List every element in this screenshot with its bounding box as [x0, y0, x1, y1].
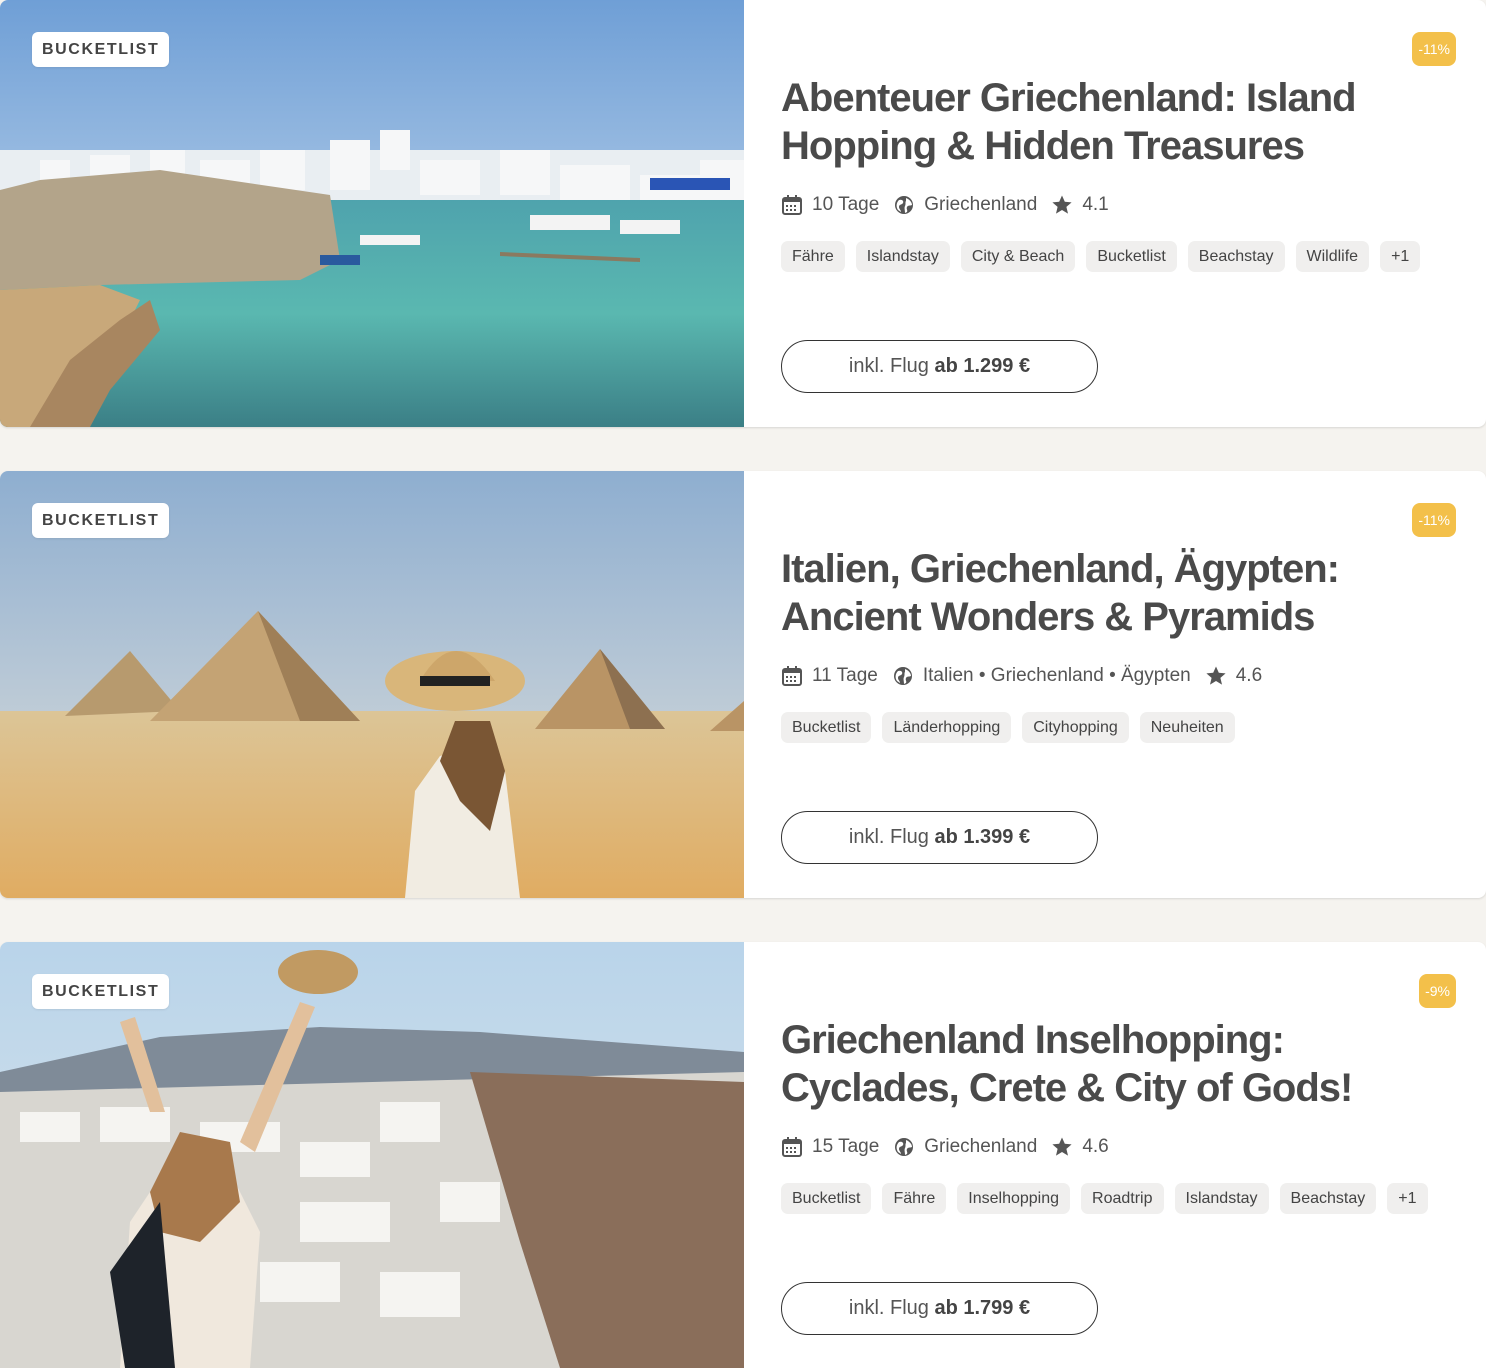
duration-text: 11 Tage: [812, 665, 878, 686]
tag-pill[interactable]: Inselhopping: [957, 1183, 1071, 1214]
destination-text: Griechenland: [924, 1136, 1038, 1157]
more-tags-pill[interactable]: +1: [1380, 241, 1421, 272]
trip-card[interactable]: BUCKETLIST -11% Abenteuer Griechenland: …: [0, 0, 1486, 427]
trip-content: -9% Griechenland Inselhopping: Cyclades,…: [744, 942, 1486, 1368]
tag-list: Bucketlist Länderhopping Cityhopping Neu…: [781, 712, 1246, 743]
category-badge: BUCKETLIST: [32, 974, 170, 1009]
globe-icon: [895, 1138, 914, 1156]
tag-pill[interactable]: Fähre: [882, 1183, 947, 1214]
tag-pill[interactable]: Fähre: [781, 241, 845, 272]
price-value: ab 1.399 €: [934, 826, 1031, 848]
trip-list: BUCKETLIST -11% Abenteuer Griechenland: …: [0, 0, 1486, 1368]
tag-pill[interactable]: Beachstay: [1279, 1183, 1377, 1214]
duration-text: 10 Tage: [812, 194, 880, 215]
tag-pill[interactable]: Cityhopping: [1022, 712, 1129, 743]
trip-card[interactable]: BUCKETLIST -9% Griechenland Inselhopping…: [0, 942, 1486, 1368]
tag-pill[interactable]: Bucketlist: [1086, 241, 1177, 272]
trip-title[interactable]: Griechenland Inselhopping: Cyclades, Cre…: [781, 1016, 1461, 1112]
price-prefix: inkl. Flug: [848, 826, 929, 848]
tag-pill[interactable]: Neuheiten: [1139, 712, 1235, 743]
calendar-icon: [782, 195, 802, 215]
trip-meta: 11 Tage Italien • Griechenland • Ägypten…: [781, 661, 1276, 691]
category-badge: BUCKETLIST: [32, 32, 170, 67]
discount-badge: -11%: [1412, 32, 1456, 66]
tag-pill[interactable]: Bucketlist: [781, 712, 872, 743]
trip-meta: 15 Tage Griechenland 4.6: [781, 1132, 1123, 1162]
star-icon: [1206, 666, 1226, 685]
price-prefix: inkl. Flug: [848, 355, 929, 377]
price-value: ab 1.299 €: [934, 355, 1031, 377]
trip-title[interactable]: Abenteuer Griechenland: Island Hopping &…: [781, 74, 1461, 170]
destination-text: Griechenland: [924, 194, 1038, 215]
calendar-icon: [782, 1137, 802, 1157]
tag-pill[interactable]: Islandstay: [855, 241, 950, 272]
discount-badge: -9%: [1419, 974, 1456, 1008]
tag-list: Fähre Islandstay City & Beach Bucketlist…: [781, 241, 1431, 272]
more-tags-pill[interactable]: +1: [1387, 1183, 1428, 1214]
tag-pill[interactable]: Beachstay: [1187, 241, 1285, 272]
globe-icon: [895, 196, 914, 214]
star-icon: [1052, 195, 1072, 214]
duration-text: 15 Tage: [812, 1136, 880, 1157]
trip-card[interactable]: BUCKETLIST -11% Italien, Griechenland, Ä…: [0, 471, 1486, 898]
star-icon: [1052, 1137, 1072, 1156]
trip-title[interactable]: Italien, Griechenland, Ägypten: Ancient …: [781, 545, 1461, 641]
price-prefix: inkl. Flug: [848, 1297, 929, 1319]
category-badge: BUCKETLIST: [32, 503, 170, 538]
tag-pill[interactable]: Islandstay: [1174, 1183, 1269, 1214]
price-button[interactable]: inkl. Flug ab 1.399 €: [781, 811, 1098, 864]
trip-meta: 10 Tage Griechenland 4.1: [781, 190, 1123, 220]
globe-icon: [893, 667, 912, 685]
price-button[interactable]: inkl. Flug ab 1.799 €: [781, 1282, 1098, 1335]
destination-text: Italien • Griechenland • Ägypten: [922, 665, 1191, 686]
rating-text: 4.6: [1082, 1136, 1109, 1157]
trip-content: -11% Abenteuer Griechenland: Island Hopp…: [744, 0, 1486, 427]
rating-text: 4.6: [1235, 665, 1263, 686]
rating-text: 4.1: [1082, 194, 1109, 215]
trip-content: -11% Italien, Griechenland, Ägypten: Anc…: [744, 471, 1486, 898]
tag-pill[interactable]: Roadtrip: [1081, 1183, 1164, 1214]
tag-pill[interactable]: Wildlife: [1295, 241, 1370, 272]
tag-pill[interactable]: Bucketlist: [781, 1183, 872, 1214]
tag-pill[interactable]: Länderhopping: [882, 712, 1012, 743]
price-button[interactable]: inkl. Flug ab 1.299 €: [781, 340, 1098, 393]
price-value: ab 1.799 €: [934, 1297, 1031, 1319]
tag-list: Bucketlist Fähre Inselhopping Roadtrip I…: [781, 1183, 1439, 1214]
discount-badge: -11%: [1412, 503, 1456, 537]
calendar-icon: [782, 666, 802, 686]
tag-pill[interactable]: City & Beach: [960, 241, 1076, 272]
